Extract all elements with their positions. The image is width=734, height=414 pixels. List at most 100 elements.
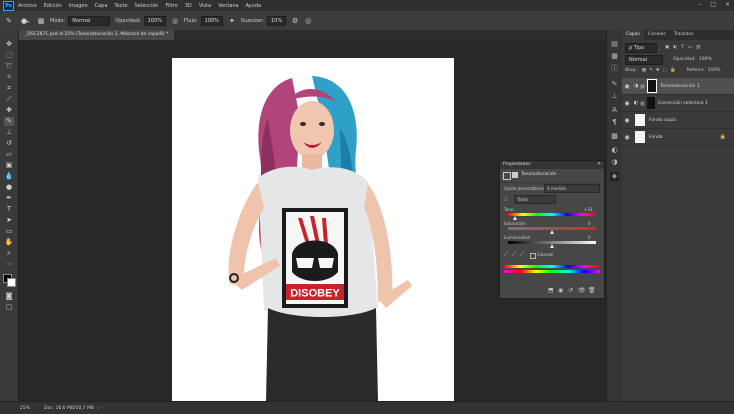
type-tool-icon[interactable]: T [4, 205, 14, 214]
brush-preset-icon[interactable]: ●▾ [18, 17, 32, 25]
history-panel-icon[interactable]: ▤ [610, 40, 619, 49]
tab-canales[interactable]: Canales [644, 30, 670, 40]
tono-slider[interactable] [508, 213, 596, 216]
menu-vista[interactable]: Vista [199, 3, 211, 9]
opacity-value[interactable]: 100% [699, 57, 712, 62]
layer-mask-thumbnail[interactable] [647, 97, 655, 109]
menu-archivo[interactable]: Archivo [18, 3, 37, 9]
zoom-level[interactable]: 25% [20, 406, 30, 411]
maximize-button[interactable]: □ [710, 1, 716, 8]
pressure-opacity-icon[interactable]: ◎ [171, 17, 179, 25]
fill-value[interactable]: 100% [708, 68, 721, 73]
layer-filter-select[interactable]: ρ Tipo [625, 42, 657, 53]
mask-icon[interactable] [512, 172, 518, 178]
lock-icons[interactable]: ▦✎✥⬚🔒 [642, 68, 679, 73]
character-panel-icon[interactable]: A [610, 106, 619, 115]
dodge-tool-icon[interactable]: ● [4, 183, 14, 192]
document-canvas[interactable]: DISOBEY [172, 58, 454, 401]
colorear-checkbox[interactable] [530, 253, 536, 259]
swatches-panel-icon[interactable]: ▩ [610, 132, 619, 141]
minimize-button[interactable]: – [698, 1, 701, 8]
suavizar-field[interactable]: 10% [267, 15, 287, 26]
info-panel-icon[interactable]: ⓘ [610, 64, 619, 73]
menu-filtro[interactable]: Filtro [165, 3, 177, 9]
layer-row[interactable]: ◉ ◐ ⛓ Corrección selectiva 1 [622, 95, 734, 112]
menu-ventana[interactable]: Ventana [218, 3, 239, 9]
clone-stamp-tool-icon[interactable]: ⊥ [4, 128, 14, 137]
tono-slider-handle[interactable] [513, 216, 517, 220]
pressure-size-icon[interactable]: ◎ [304, 17, 312, 25]
panel-close-icon[interactable]: ✕ [597, 161, 601, 169]
marquee-tool-icon[interactable]: ⬚ [4, 51, 14, 60]
blend-mode-select[interactable]: Normal [625, 54, 663, 65]
shape-tool-icon[interactable]: ▭ [4, 227, 14, 236]
menu-seleccion[interactable]: Selección [135, 3, 159, 9]
more-tools-icon[interactable]: ⋯ [4, 260, 14, 269]
modo-select[interactable]: Normal [68, 15, 111, 26]
brush-tool-icon[interactable]: ✎ [4, 117, 14, 126]
eye-icon[interactable]: ◉ [622, 100, 632, 107]
menu-imagen[interactable]: Imagen [69, 3, 88, 9]
opacidad-field[interactable]: 100% [143, 15, 167, 26]
view-previous-icon[interactable]: ◉ [558, 287, 563, 294]
preset-select[interactable]: A medida [544, 184, 600, 193]
brush-settings-icon[interactable]: ▦ [37, 17, 45, 25]
lasso-tool-icon[interactable]: ➰ [4, 62, 14, 71]
color-panel-icon[interactable]: ◐ [610, 146, 619, 155]
menu-3d[interactable]: 3D [185, 3, 192, 9]
document-info[interactable]: Doc: 16,6 MB/50,7 MB [44, 406, 94, 411]
brush-panel-icon[interactable]: ✎ [610, 80, 619, 89]
tono-value[interactable]: +33 [584, 207, 592, 212]
gear-icon[interactable]: ⚙ [291, 17, 299, 25]
layer-row[interactable]: ◉ Fondo 🔒 [622, 129, 734, 146]
clone-source-icon[interactable]: ⊥ [610, 92, 619, 101]
eye-icon[interactable]: ◉ [622, 117, 632, 124]
crop-tool-icon[interactable]: ⌗ [4, 84, 14, 93]
properties-panel-icon[interactable]: ▦ [610, 52, 619, 61]
flujo-field[interactable]: 100% [200, 15, 223, 26]
eye-icon[interactable]: ◉ [622, 134, 632, 141]
healing-tool-icon[interactable]: ✚ [4, 106, 14, 115]
paragraph-panel-icon[interactable]: ¶ [610, 118, 619, 127]
eye-icon[interactable]: ◉ [622, 83, 632, 90]
eraser-tool-icon[interactable]: ▱ [4, 150, 14, 159]
document-tab[interactable]: _DSC2671.psd al 25% (Tono/saturación 1, … [19, 30, 175, 40]
hand-adjust-icon[interactable]: ☝ [504, 196, 508, 203]
layer-mask-thumbnail[interactable] [647, 79, 657, 93]
saturacion-value[interactable]: 0 [588, 221, 591, 226]
brush-tool-icon[interactable]: ✎ [5, 17, 13, 25]
path-select-tool-icon[interactable]: ➤ [4, 216, 14, 225]
move-tool-icon[interactable]: ✥ [4, 40, 14, 49]
pen-tool-icon[interactable]: ✒ [4, 194, 14, 203]
tab-trazados[interactable]: Trazados [670, 30, 698, 40]
blur-tool-icon[interactable]: 💧 [4, 172, 14, 181]
layer-row[interactable]: ◉ Fondo copia [622, 112, 734, 129]
3d-panel-icon[interactable]: ◈ [610, 172, 619, 181]
menu-edicion[interactable]: Edición [44, 3, 62, 9]
luminosidad-value[interactable]: 0 [588, 235, 591, 240]
close-button[interactable]: ✕ [725, 1, 730, 8]
menu-ayuda[interactable]: Ayuda [246, 3, 261, 9]
layer-filter-icons[interactable]: ▣◐T▭▥ [665, 45, 704, 50]
menu-capa[interactable]: Capa [95, 3, 108, 9]
layer-row[interactable]: ◉ ◑ ⛓ Tono/saturación 1 [622, 78, 734, 95]
reset-icon[interactable]: ↺ [568, 287, 573, 294]
clip-to-layer-icon[interactable]: ⬒ [548, 287, 554, 294]
saturacion-slider-handle[interactable] [550, 230, 554, 234]
screen-mode-icon[interactable]: ▢ [4, 303, 14, 312]
channel-select[interactable]: Todos [514, 195, 556, 204]
visibility-icon[interactable]: 👁 [578, 287, 586, 294]
zoom-tool-icon[interactable]: ⌕ [4, 249, 14, 258]
background-color-swatch[interactable] [7, 278, 16, 287]
history-brush-tool-icon[interactable]: ↺ [4, 139, 14, 148]
quick-select-tool-icon[interactable]: ✧ [4, 73, 14, 82]
menu-texto[interactable]: Texto [114, 3, 127, 9]
tab-capas[interactable]: Capas [622, 30, 644, 40]
gradient-tool-icon[interactable]: ▣ [4, 161, 14, 170]
trash-icon[interactable]: 🗑 [588, 287, 596, 294]
status-arrow-icon[interactable]: › [98, 406, 100, 411]
hand-tool-icon[interactable]: ✋ [4, 238, 14, 247]
eyedropper-icon[interactable]: ⟋ [504, 251, 508, 259]
airbrush-icon[interactable]: ✦ [228, 17, 236, 25]
eyedropper-tool-icon[interactable]: ⟋ [4, 95, 14, 104]
